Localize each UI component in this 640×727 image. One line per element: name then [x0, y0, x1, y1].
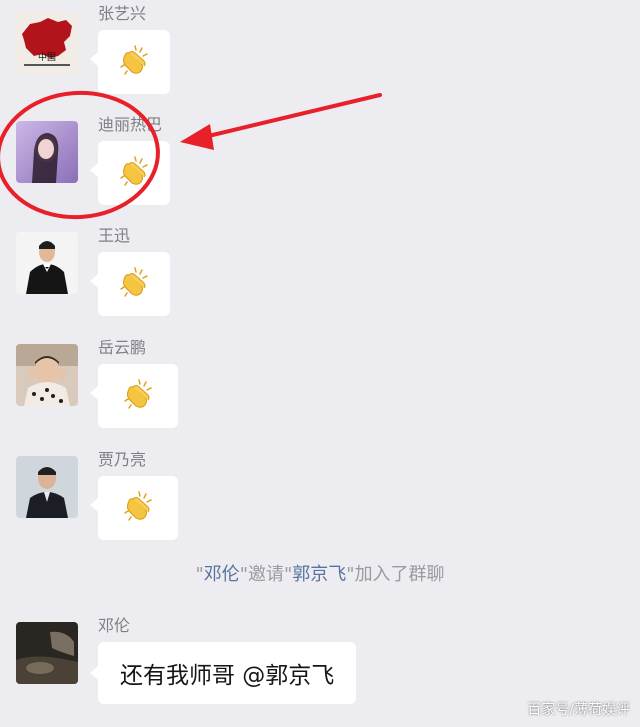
svg-text:中国: 中国 [38, 51, 56, 63]
sender-name: 贾乃亮 [98, 450, 147, 469]
clap-emoji-icon [121, 489, 155, 527]
clap-emoji-icon [117, 154, 151, 192]
quote-mark: " [239, 564, 248, 585]
avatar[interactable] [16, 232, 78, 294]
sender-name: 岳云鹏 [98, 338, 147, 357]
invitee-name-link[interactable]: 郭京飞 [292, 564, 346, 585]
avatar[interactable] [16, 121, 78, 183]
man-suit-avatar-icon [16, 232, 78, 294]
dark-photo-avatar-icon [16, 622, 78, 684]
avatar[interactable] [16, 344, 78, 406]
message-bubble[interactable] [90, 476, 178, 540]
watermark: 百家号/薄荷娱评 [527, 702, 630, 718]
inviter-name-link[interactable]: 邓伦 [204, 564, 240, 585]
invite-verb: 邀请 [248, 564, 284, 585]
woman-portrait-avatar-icon [16, 121, 78, 183]
avatar[interactable] [16, 622, 78, 684]
avatar[interactable]: 中国 [16, 12, 78, 74]
red-arrow-annotation [198, 93, 382, 140]
red-annotation-overlay [0, 90, 382, 220]
sender-name: 邓伦 [98, 616, 131, 635]
message-bubble[interactable] [90, 364, 178, 428]
clap-emoji-icon [121, 377, 155, 415]
red-arrow-head-icon [180, 124, 214, 150]
sender-name: 张艺兴 [98, 4, 147, 23]
clap-emoji-icon [117, 265, 151, 303]
join-suffix: 加入了群聊 [354, 564, 445, 585]
child-photo-avatar-icon [16, 344, 78, 406]
message-bubble[interactable] [90, 252, 170, 316]
china-map-avatar-icon: 中国 [16, 12, 78, 74]
quote-mark: " [346, 564, 355, 585]
sender-name: 迪丽热巴 [98, 115, 163, 134]
clap-emoji-icon [117, 43, 151, 81]
quote-mark: " [195, 564, 204, 585]
text-message-bubble[interactable]: 还有我师哥 @郭京飞 [89, 642, 357, 704]
message-bubble[interactable] [90, 30, 170, 94]
avatar[interactable] [16, 456, 78, 518]
system-join-notice: "邓伦"邀请"郭京飞"加入了群聊 [0, 562, 640, 588]
message-bubble[interactable] [90, 141, 170, 205]
sender-name: 王迅 [98, 226, 131, 245]
man-portrait-avatar-icon [16, 456, 78, 518]
